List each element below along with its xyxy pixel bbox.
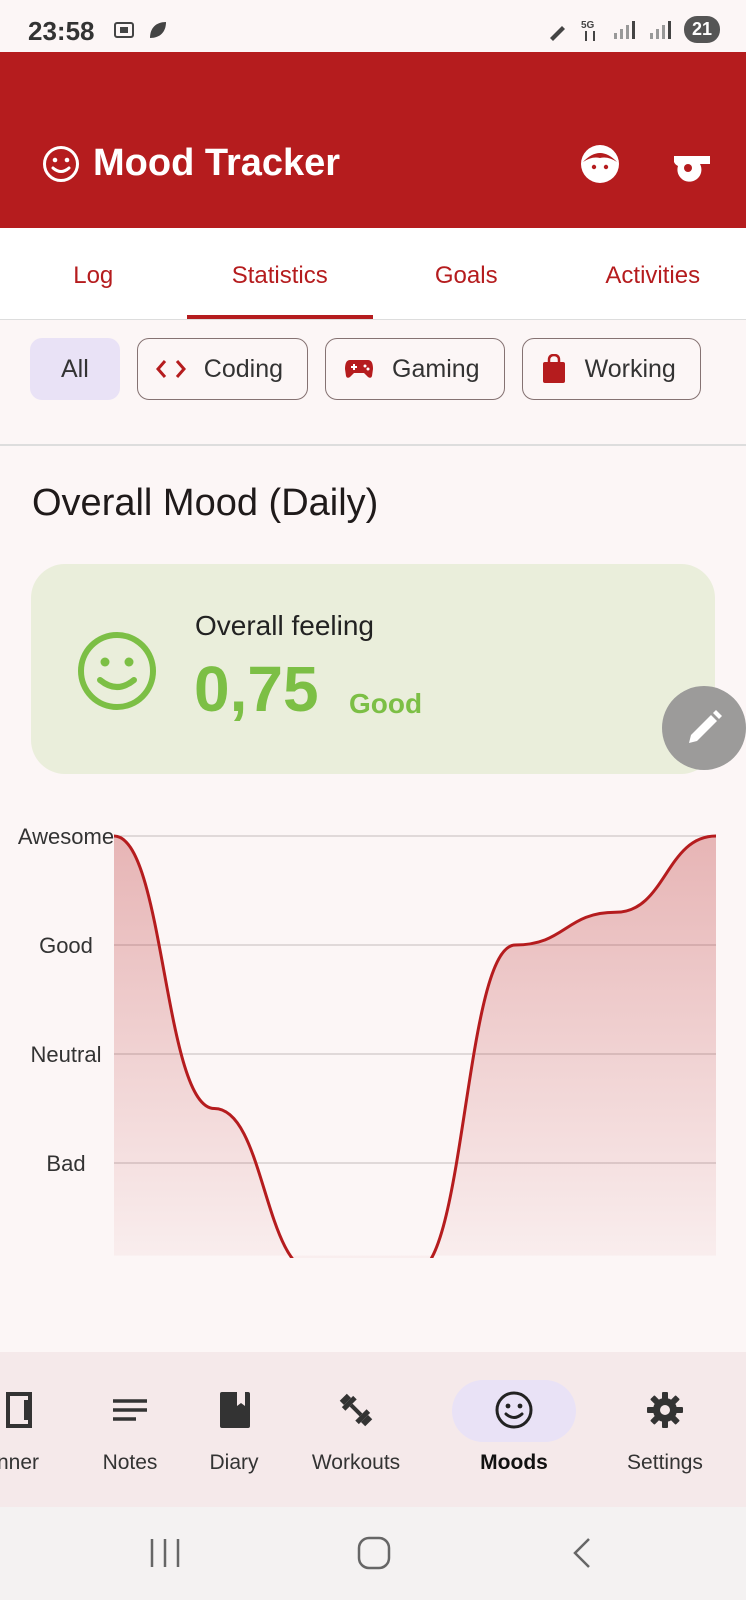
app-bar: Mood Tracker	[0, 52, 746, 228]
tab-statistics[interactable]: Statistics	[186, 228, 374, 319]
nav-item-moods[interactable]: Moods	[454, 1352, 574, 1507]
overall-feeling-word: Good	[349, 688, 423, 719]
home-icon[interactable]	[356, 1535, 392, 1571]
smiley-icon	[43, 146, 79, 182]
mood-chart: Bad Neutral Good Awesome	[18, 824, 716, 1258]
overall-feeling-label: Overall feeling	[195, 610, 374, 641]
tab-goals[interactable]: Goals	[373, 228, 560, 319]
nav-item-notes[interactable]: Notes	[80, 1352, 180, 1507]
recent-apps-icon[interactable]	[148, 1537, 182, 1569]
overall-feeling-value: 0,75	[194, 653, 319, 725]
notes-icon	[113, 1399, 147, 1421]
nav-label: Notes	[102, 1451, 158, 1474]
bottom-navigation: nner Notes Diary Workouts Moods Settings	[0, 1352, 746, 1507]
tab-activities[interactable]: Activities	[560, 228, 746, 319]
y-axis-label: Neutral	[31, 1042, 102, 1067]
signal-icon	[613, 20, 635, 39]
nav-label: Moods	[480, 1451, 548, 1474]
shopping-bag-icon	[542, 354, 565, 383]
gamepad-icon	[345, 360, 374, 378]
dumbbell-icon	[339, 1393, 373, 1427]
chip-label: All	[61, 354, 89, 383]
tab-bar: Log Statistics Goals Activities	[0, 228, 746, 320]
nav-label: Diary	[209, 1451, 259, 1474]
network-5g-icon: 5G	[581, 20, 595, 41]
nav-label: nner	[0, 1451, 40, 1474]
nav-item-workouts[interactable]: Workouts	[296, 1352, 416, 1507]
person-face-icon[interactable]	[578, 142, 622, 186]
chip-label: Coding	[203, 354, 284, 383]
smiley-icon	[78, 632, 156, 710]
app-title: Mood Tracker	[93, 142, 341, 184]
y-axis-label: Awesome	[18, 824, 114, 849]
chip-working[interactable]: Working	[521, 338, 701, 400]
back-icon[interactable]	[570, 1537, 594, 1569]
leaf-icon	[150, 22, 166, 38]
edit-button[interactable]	[662, 686, 746, 770]
status-bar: 23:58 5G 21	[0, 0, 746, 52]
status-notification-icons	[112, 18, 170, 42]
chip-label: Working	[584, 354, 676, 383]
planner-icon	[6, 1392, 32, 1428]
status-system-icons: 5G 21	[546, 16, 720, 43]
chip-label: Gaming	[392, 354, 480, 383]
tab-log[interactable]: Log	[0, 228, 187, 319]
chip-gaming[interactable]: Gaming	[325, 338, 505, 400]
code-icon	[155, 360, 186, 378]
nav-item-settings[interactable]: Settings	[610, 1352, 720, 1507]
book-icon	[220, 1392, 250, 1428]
chip-row: All Coding Gaming Working	[30, 338, 715, 402]
chip-coding[interactable]: Coding	[136, 338, 309, 400]
section-title: Overall Mood (Daily)	[32, 482, 379, 524]
pencil-icon	[689, 710, 722, 743]
gear-icon	[647, 1392, 683, 1428]
signal-icon-2	[649, 20, 671, 39]
smiley-icon	[495, 1391, 533, 1429]
mood-area	[114, 836, 716, 1258]
system-navigation-bar	[0, 1507, 746, 1600]
whistle-icon[interactable]	[670, 146, 714, 184]
overall-feeling-card: Overall feeling 0,75 Good	[31, 564, 715, 774]
status-time: 23:58	[28, 16, 95, 46]
chip-all[interactable]: All	[30, 338, 120, 400]
battery-level: 21	[683, 16, 720, 43]
svg-text:5G: 5G	[581, 20, 595, 31]
nav-item-planner[interactable]: nner	[0, 1352, 70, 1507]
nav-item-diary[interactable]: Diary	[184, 1352, 284, 1507]
nav-label: Workouts	[311, 1451, 401, 1474]
screenshot-icon	[114, 22, 134, 38]
y-axis-label: Good	[39, 933, 93, 958]
nav-label: Settings	[627, 1451, 703, 1474]
activity-filter-bar: All Coding Gaming Working	[0, 320, 746, 446]
y-axis-label: Bad	[46, 1151, 85, 1176]
data-saver-icon	[549, 25, 565, 41]
